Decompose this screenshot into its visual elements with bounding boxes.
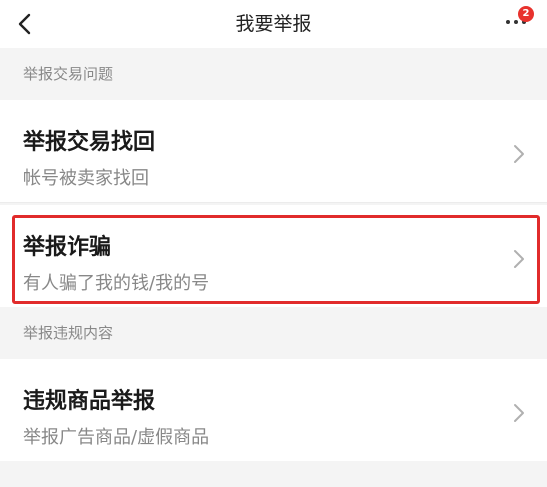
item-title: 违规商品举报: [23, 389, 156, 414]
chevron-right-icon: [512, 402, 526, 424]
list-item-report-fraud[interactable]: 举报诈骗 有人骗了我的钱/我的号: [0, 205, 547, 307]
item-title: 举报交易找回: [23, 130, 156, 155]
more-button[interactable]: 2: [496, 6, 540, 42]
page-title: 我要举报: [235, 13, 312, 35]
list-item-report-violating-goods[interactable]: 违规商品举报 举报广告商品/虚假商品: [0, 359, 547, 461]
list-item-report-trade-recovery[interactable]: 举报交易找回 帐号被卖家找回: [0, 100, 547, 202]
item-subtitle: 有人骗了我的钱/我的号: [23, 273, 210, 294]
divider: [0, 202, 547, 203]
chevron-right-icon: [512, 143, 526, 165]
top-nav-bar: 我要举报 2: [0, 0, 547, 48]
section-header-violating-content: 举报违规内容: [0, 307, 547, 359]
item-subtitle: 帐号被卖家找回: [23, 168, 149, 189]
section-header-trade-issues: 举报交易问题: [0, 48, 547, 100]
item-title: 举报诈骗: [23, 235, 112, 260]
chevron-right-icon: [512, 248, 526, 270]
item-subtitle: 举报广告商品/虚假商品: [23, 427, 210, 448]
notification-badge: 2: [518, 6, 534, 22]
